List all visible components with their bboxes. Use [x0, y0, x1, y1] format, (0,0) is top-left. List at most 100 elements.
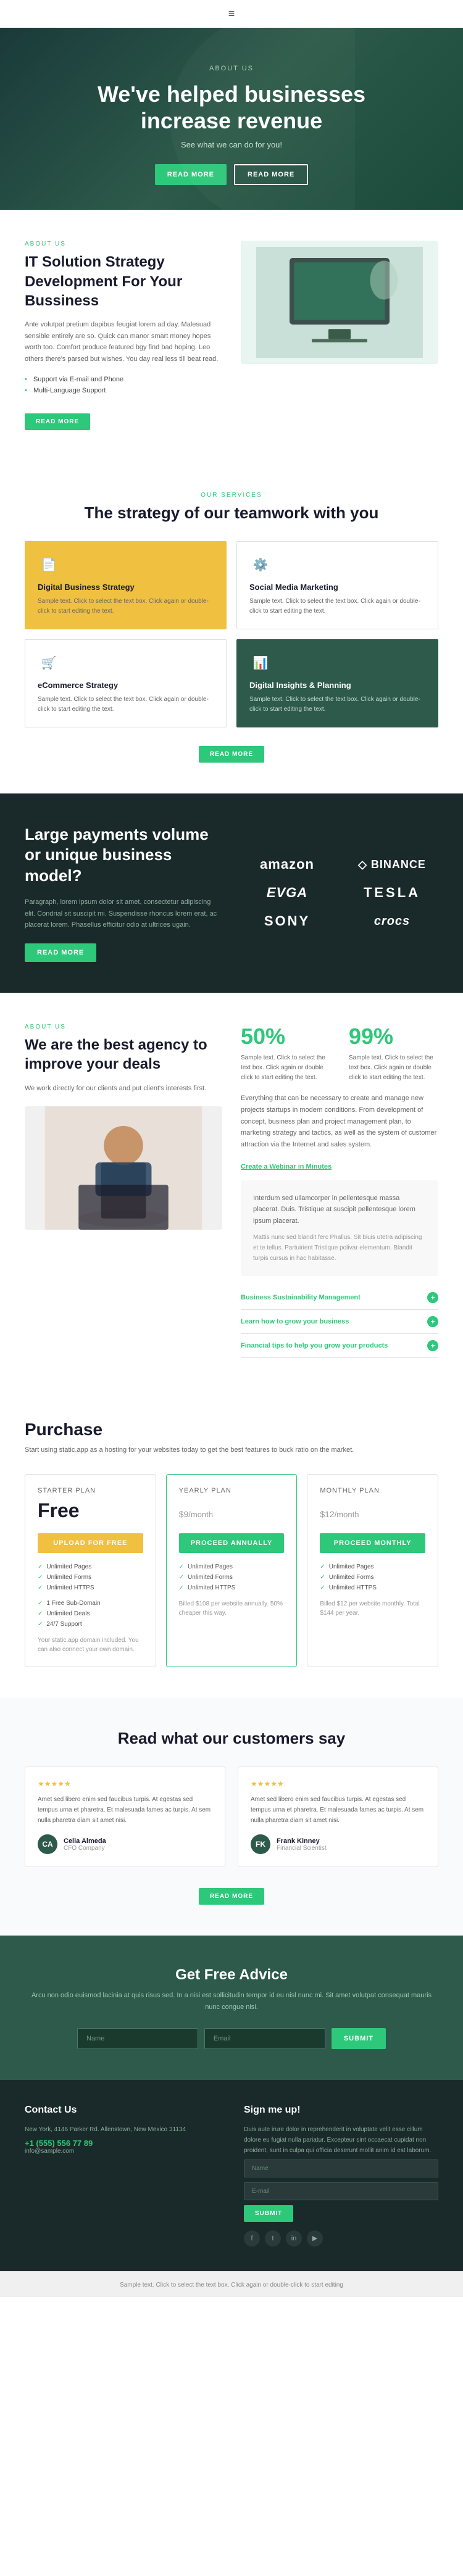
service-card-desc-1: Sample text. Click to select the text bo…: [38, 597, 214, 616]
service-card-title-4: Digital Insights & Planning: [249, 681, 425, 690]
hero-read-more2-button[interactable]: Read More: [234, 164, 308, 185]
starter-feature-3: Unlimited HTTPS: [38, 1583, 143, 1593]
agency-left: About Us We are the best agency to impro…: [25, 1024, 222, 1358]
starter-features: Unlimited Pages Unlimited Forms Unlimite…: [38, 1562, 143, 1593]
monthly-feature-1: Unlimited Pages: [320, 1562, 425, 1572]
hero-subtitle: See what we can do for you!: [181, 140, 282, 149]
service-card-title-2: Social Media Marketing: [249, 582, 425, 592]
services-section: Our Services The strategy of our teamwor…: [0, 461, 463, 793]
accordion-label-3: Financial tips to help you grow your pro…: [241, 1342, 388, 1349]
author-info-2: Frank Kinney Financial Scientist: [277, 1837, 327, 1852]
service-icon-2: ⚙️: [249, 554, 272, 576]
accordion-item-2: Learn how to grow your business +: [241, 1310, 438, 1334]
yearly-features: Unlimited Pages Unlimited Forms Unlimite…: [179, 1562, 285, 1593]
footer-email-input[interactable]: [244, 2182, 438, 2200]
stat-desc-2: Sample text. Click to select the text bo…: [349, 1053, 438, 1083]
starter-extra-1: 1 Free Sub-Domain: [38, 1598, 143, 1609]
proceed-monthly-button[interactable]: Proceed Monthly: [320, 1533, 425, 1553]
cta-description: Arcu non odio euismod lacinia at quis ri…: [25, 1990, 438, 2013]
author-role-1: CFO Company: [64, 1845, 106, 1852]
partners-section: Large payments volume or unique business…: [0, 793, 463, 993]
agency-image: [25, 1106, 222, 1230]
accordion-item-3: Financial tips to help you grow your pro…: [241, 1334, 438, 1358]
service-icon-3: 🛒: [38, 652, 60, 674]
cta-submit-button[interactable]: Submit: [332, 2028, 386, 2049]
partners-description: Paragraph, lorem ipsum dolor sit amet, c…: [25, 897, 222, 931]
accordion: Business Sustainability Management + Lea…: [241, 1286, 438, 1358]
footer-phone[interactable]: +1 (555) 556 77 89: [25, 2139, 219, 2148]
footer-submit-button[interactable]: Submit: [244, 2205, 293, 2222]
testimonials-title: Read what our customers say: [25, 1729, 438, 1748]
service-card-desc-2: Sample text. Click to select the text bo…: [249, 597, 425, 616]
accordion-header-1[interactable]: Business Sustainability Management +: [241, 1292, 438, 1303]
footer-contact-title: Contact Us: [25, 2105, 219, 2116]
starter-feature-1: Unlimited Pages: [38, 1562, 143, 1572]
proceed-annually-button[interactable]: Proceed Annually: [179, 1533, 285, 1553]
cta-email-input[interactable]: [204, 2028, 325, 2049]
hero-buttons: Read More Read More: [155, 164, 308, 185]
agency-description: We work directly for our clients and put…: [25, 1083, 222, 1095]
twitter-icon[interactable]: t: [265, 2230, 281, 2247]
testimonials-grid: ★★★★★ Amet sed libero enim sed faucibus …: [25, 1766, 438, 1867]
yearly-price: $9/month: [179, 1499, 285, 1522]
footer-name-input[interactable]: [244, 2160, 438, 2177]
partner-logo-evga: EVGA: [241, 885, 333, 901]
testimonial-author-1: CA Celia Almeda CFO Company: [38, 1834, 212, 1854]
service-card-1: 📄 Digital Business Strategy Sample text.…: [25, 541, 227, 629]
author-info-1: Celia Almeda CFO Company: [64, 1837, 106, 1852]
stats-row: 50% Sample text. Click to select the tex…: [241, 1024, 438, 1083]
hero-read-more-button[interactable]: Read More: [155, 164, 227, 185]
yearly-feature-3: Unlimited HTTPS: [179, 1583, 285, 1593]
accordion-header-2[interactable]: Learn how to grow your business +: [241, 1316, 438, 1327]
accordion-icon-2: +: [427, 1316, 438, 1327]
accordion-header-3[interactable]: Financial tips to help you grow your pro…: [241, 1340, 438, 1351]
upload-free-button[interactable]: Upload for Free: [38, 1533, 143, 1553]
purchase-section: Purchase Start using static.app as a hos…: [0, 1389, 463, 1699]
services-read-more-button[interactable]: Read More: [199, 746, 264, 763]
footer-signup-title: Sign me up!: [244, 2105, 438, 2116]
create-webinar-link[interactable]: Create a Webinar in Minutes: [241, 1163, 332, 1170]
youtube-icon[interactable]: ▶: [307, 2230, 323, 2247]
yearly-feature-1: Unlimited Pages: [179, 1562, 285, 1572]
footer-email[interactable]: info@sample.com: [25, 2148, 219, 2155]
starter-extras: 1 Free Sub-Domain Unlimited Deals 24/7 S…: [38, 1598, 143, 1630]
about-description: Ante volutpat pretium dapibus feugiat lo…: [25, 319, 222, 365]
pricing-card-yearly: Yearly Plan $9/month Proceed Annually Un…: [166, 1474, 298, 1667]
accordion-icon-1: +: [427, 1292, 438, 1303]
facebook-icon[interactable]: f: [244, 2230, 260, 2247]
yearly-plan-name: Yearly Plan: [179, 1487, 285, 1494]
cta-name-input[interactable]: [77, 2028, 198, 2049]
testimonials-section: Read what our customers say ★★★★★ Amet s…: [0, 1698, 463, 1936]
author-name-1: Celia Almeda: [64, 1837, 106, 1845]
monthly-feature-2: Unlimited Forms: [320, 1572, 425, 1583]
author-role-2: Financial Scientist: [277, 1845, 327, 1852]
pricing-card-monthly: Monthly Plan $12/month Proceed Monthly U…: [307, 1474, 438, 1667]
agency-section: About Us We are the best agency to impro…: [0, 993, 463, 1389]
service-card-title-1: Digital Business Strategy: [38, 582, 214, 592]
author-avatar-1: CA: [38, 1834, 57, 1854]
stat-number-2: 99%: [349, 1024, 438, 1050]
accordion-label-2: Learn how to grow your business: [241, 1318, 349, 1325]
about-list-item: Support via E-mail and Phone: [25, 374, 222, 385]
monthly-plan-name: Monthly Plan: [320, 1487, 425, 1494]
testimonial-text-2: Amet sed libero enim sed faucibus turpis…: [251, 1794, 425, 1826]
partner-logo-sony: SONY: [241, 913, 333, 929]
about-read-more-button[interactable]: Read More: [25, 413, 90, 430]
service-icon-4: 📊: [249, 652, 272, 674]
agency-box-names: Mattis nunc sed blandit ferc Phallus. Si…: [253, 1232, 426, 1264]
footer-address: New York, 4146 Parker Rd. Allenstown, Ne…: [25, 2124, 219, 2135]
starter-feature-2: Unlimited Forms: [38, 1572, 143, 1583]
partners-read-more-button[interactable]: Read More: [25, 943, 96, 962]
starter-price: Free: [38, 1499, 143, 1522]
testimonials-read-more-button[interactable]: Read More: [199, 1888, 264, 1905]
stat-number-1: 50%: [241, 1024, 330, 1050]
agency-label: About Us: [25, 1024, 222, 1030]
accordion-item-1: Business Sustainability Management +: [241, 1286, 438, 1310]
about-text: About Us IT Solution Strategy Developmen…: [25, 241, 222, 429]
purchase-description: Start using static.app as a hosting for …: [25, 1444, 438, 1456]
partner-logo-binance: ◇ BINANCE: [346, 858, 438, 871]
stat-desc-1: Sample text. Click to select the text bo…: [241, 1053, 330, 1083]
linkedin-icon[interactable]: in: [286, 2230, 302, 2247]
menu-icon[interactable]: ≡: [228, 7, 235, 20]
monthly-price: $12/month: [320, 1499, 425, 1522]
